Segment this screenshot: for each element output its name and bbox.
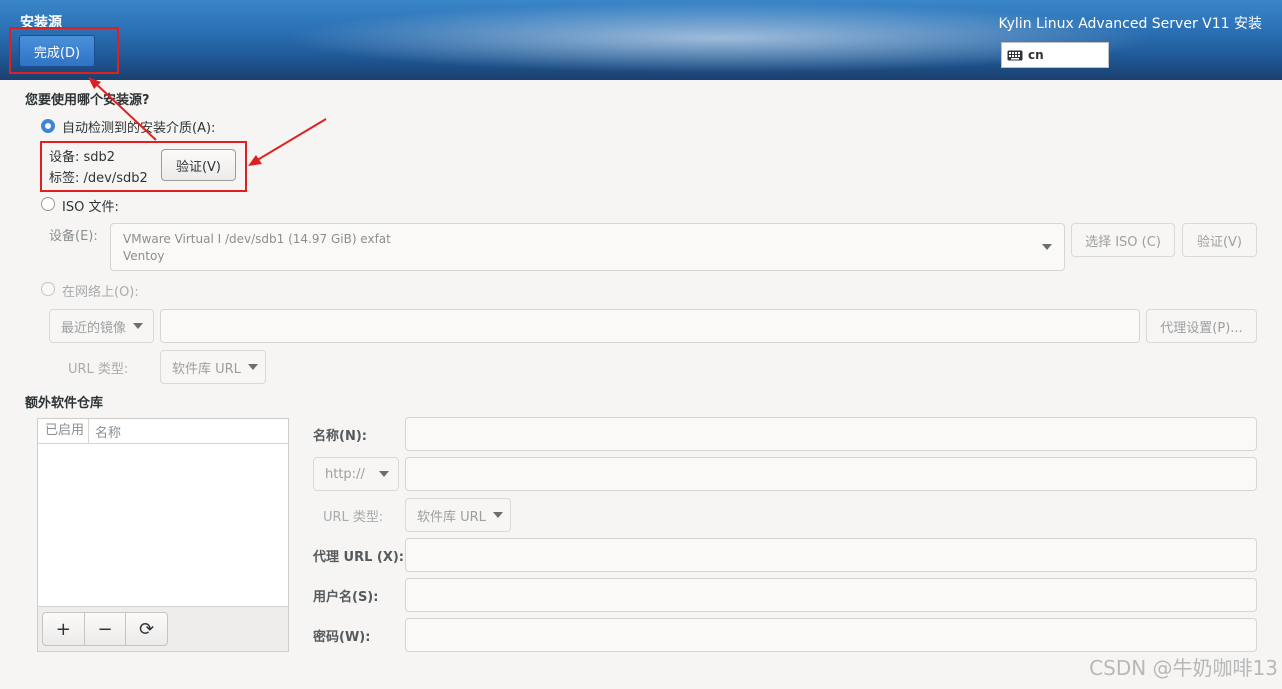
annotation-arrow-to-verify xyxy=(253,118,327,163)
annotation-arrows xyxy=(88,77,327,166)
annotation-arrow-to-done xyxy=(93,81,157,141)
arrow-head-icon xyxy=(248,155,262,166)
watermark: CSDN @牛奶咖啡13 xyxy=(1089,656,1278,680)
